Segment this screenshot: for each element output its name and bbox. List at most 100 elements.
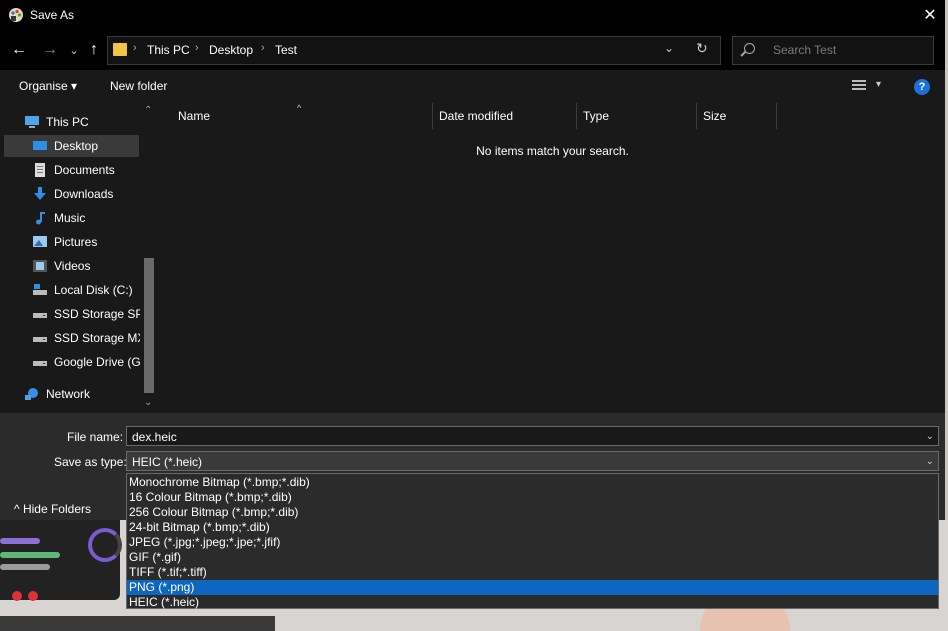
type-option-png[interactable]: PNG (*.png): [127, 580, 938, 595]
paint-app-icon: [9, 8, 23, 22]
refresh-icon[interactable]: ↻: [696, 40, 708, 57]
column-header-type[interactable]: Type: [583, 103, 609, 129]
chevron-down-icon: ⌄: [69, 44, 79, 57]
navigation-pane: This PC Desktop Documents Downloads Musi…: [0, 103, 158, 413]
sidebar-item-label: Music: [54, 211, 86, 225]
network-icon: [25, 388, 38, 400]
address-dropdown-icon[interactable]: ⌄: [664, 41, 674, 55]
documents-icon: [35, 163, 45, 177]
scroll-down-icon[interactable]: ⌄: [144, 397, 152, 408]
sidebar-scrollbar[interactable]: ⌃ ⌄: [142, 103, 156, 413]
view-dropdown-icon[interactable]: ▾: [876, 79, 881, 90]
navigation-bar: ← → ⌄ ↑ › This PC › Desktop › Test ⌄ ↻ S…: [0, 30, 945, 70]
up-arrow-icon: ↑: [90, 41, 98, 58]
local-disk-icon: [33, 284, 47, 295]
sidebar-item-network[interactable]: Network: [24, 383, 140, 405]
pictures-icon: [33, 236, 47, 247]
folder-icon: [113, 43, 127, 56]
downloads-icon: [34, 187, 46, 200]
type-option-heic[interactable]: HEIC (*.heic): [127, 595, 938, 610]
sidebar-item-label: This PC: [46, 115, 89, 129]
sidebar-item-label: Network: [46, 387, 91, 401]
sidebar-item-label: SSD Storage SP (: [54, 307, 140, 321]
column-divider[interactable]: [696, 103, 697, 129]
sidebar-item-pictures[interactable]: Pictures: [32, 231, 140, 253]
sidebar-item-label: SSD Storage MX: [54, 331, 140, 345]
hide-folders-button[interactable]: ^ Hide Folders: [14, 502, 91, 516]
sidebar-item-this-pc[interactable]: This PC: [24, 111, 140, 133]
column-header-date-modified[interactable]: Date modified: [439, 103, 513, 129]
help-icon[interactable]: ?: [914, 79, 930, 95]
back-button[interactable]: ←: [9, 40, 29, 60]
sidebar-item-label: Downloads: [54, 187, 114, 201]
sidebar-item-ssd-mx[interactable]: SSD Storage MX: [32, 327, 140, 349]
organise-button[interactable]: Organise ▾: [19, 79, 77, 93]
sidebar-item-videos[interactable]: Videos: [32, 255, 140, 277]
type-option-256-colour-bitmap[interactable]: 256 Colour Bitmap (*.bmp;*.dib): [127, 505, 938, 520]
type-option-gif[interactable]: GIF (*.gif): [127, 550, 938, 565]
column-divider[interactable]: [776, 103, 777, 129]
type-option-24-bit-bitmap[interactable]: 24-bit Bitmap (*.bmp;*.dib): [127, 520, 938, 535]
type-option-jpeg[interactable]: JPEG (*.jpg;*.jpeg;*.jpe;*.jfif): [127, 535, 938, 550]
view-options-icon[interactable]: [852, 80, 866, 92]
command-bar: Organise ▾ New folder ▾ ?: [0, 70, 945, 103]
type-option-16-colour-bitmap[interactable]: 16 Colour Bitmap (*.bmp;*.dib): [127, 490, 938, 505]
save-as-dialog: Save As ✕ ← → ⌄ ↑ › This PC › Desktop › …: [0, 0, 945, 520]
background-laptop-base: [0, 616, 275, 631]
sidebar-item-label: Desktop: [54, 139, 99, 153]
chevron-down-icon[interactable]: ⌄: [926, 452, 934, 472]
sidebar-item-desktop[interactable]: Desktop: [4, 135, 139, 157]
sidebar-item-documents[interactable]: Documents: [32, 159, 140, 181]
column-divider[interactable]: [576, 103, 577, 129]
videos-icon: [33, 260, 47, 272]
background-device-image: [0, 520, 122, 600]
file-name-label: File name:: [67, 430, 124, 444]
breadcrumb-desktop[interactable]: Desktop: [209, 43, 253, 57]
scrollbar-thumb[interactable]: [144, 258, 154, 393]
window-title: Save As: [30, 8, 75, 22]
desktop-icon: [33, 141, 47, 150]
drive-icon: [33, 337, 47, 342]
sidebar-item-google-drive[interactable]: Google Drive (G:: [32, 351, 140, 373]
type-option-tiff[interactable]: TIFF (*.tif;*.tiff): [127, 565, 938, 580]
up-button[interactable]: ↑: [84, 40, 104, 60]
column-header-name[interactable]: Name: [178, 103, 210, 129]
sidebar-item-local-disk[interactable]: Local Disk (C:): [32, 279, 140, 301]
search-input[interactable]: Search Test: [732, 36, 934, 65]
save-as-type-dropdown-list: Monochrome Bitmap (*.bmp;*.dib) 16 Colou…: [126, 473, 939, 609]
file-name-field[interactable]: dex.heic ⌄: [126, 426, 939, 446]
sidebar-item-label: Documents: [54, 163, 115, 177]
column-header-size[interactable]: Size: [703, 103, 726, 129]
type-option-monochrome-bitmap[interactable]: Monochrome Bitmap (*.bmp;*.dib): [127, 475, 938, 490]
sidebar-item-label: Google Drive (G:: [54, 355, 140, 369]
sidebar-item-ssd-sp[interactable]: SSD Storage SP (: [32, 303, 140, 325]
drive-icon: [33, 361, 47, 366]
file-name-value: dex.heic: [132, 430, 177, 444]
sidebar-item-downloads[interactable]: Downloads: [32, 183, 140, 205]
title-bar: Save As ✕: [0, 0, 945, 30]
sidebar-item-music[interactable]: Music: [32, 207, 140, 229]
close-icon: ✕: [923, 7, 937, 24]
save-as-type-select[interactable]: HEIC (*.heic) ⌄: [126, 451, 939, 471]
sort-ascending-icon: ^: [297, 103, 302, 113]
forward-button[interactable]: →: [40, 40, 60, 60]
forward-arrow-icon: →: [42, 41, 58, 58]
back-arrow-icon: ←: [11, 41, 27, 58]
breadcrumb-this-pc[interactable]: This PC: [147, 43, 190, 57]
pc-icon: [25, 116, 39, 128]
sidebar-item-label: Pictures: [54, 235, 98, 249]
column-divider[interactable]: [432, 103, 433, 129]
drive-icon: [33, 313, 47, 318]
recent-locations-button[interactable]: ⌄: [64, 40, 84, 60]
new-folder-button[interactable]: New folder: [110, 79, 167, 93]
address-bar[interactable]: › This PC › Desktop › Test ⌄ ↻: [107, 36, 721, 65]
breadcrumb-separator-icon: ›: [195, 42, 199, 54]
breadcrumb-separator-icon: ›: [261, 42, 265, 54]
breadcrumb-test[interactable]: Test: [275, 43, 297, 57]
close-button[interactable]: ✕: [915, 0, 945, 30]
chevron-down-icon[interactable]: ⌄: [926, 427, 934, 447]
file-list: ^ Name Date modified Type Size No items …: [160, 103, 945, 413]
sidebar-item-label: Videos: [54, 259, 91, 273]
save-as-type-value: HEIC (*.heic): [132, 455, 203, 469]
scroll-up-icon[interactable]: ⌃: [144, 105, 152, 116]
